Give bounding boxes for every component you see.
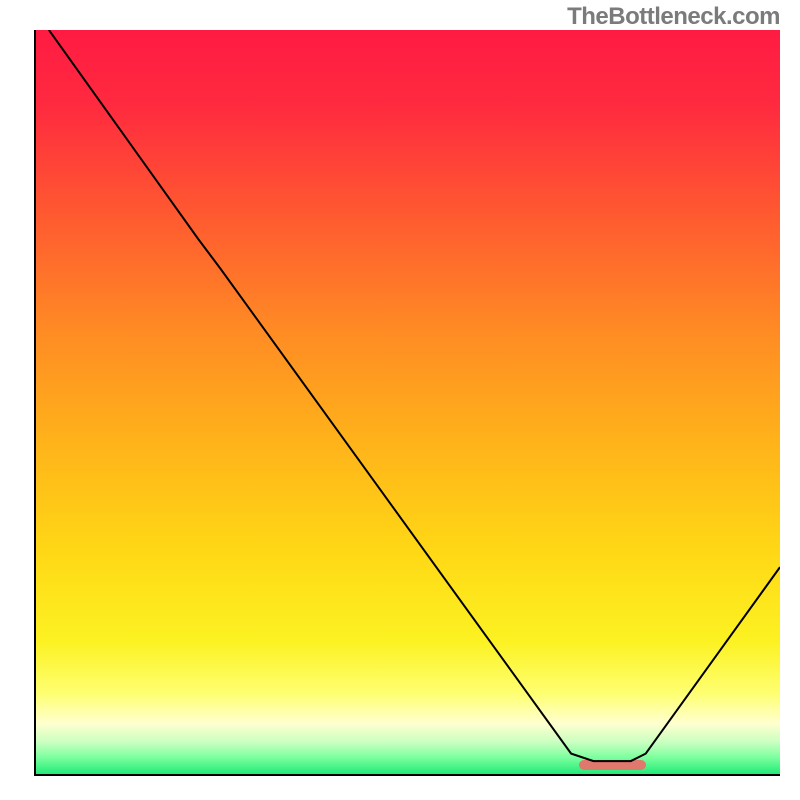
plot-area <box>34 30 780 776</box>
chart-container: TheBottleneck.com <box>0 0 800 800</box>
watermark-text: TheBottleneck.com <box>567 3 780 31</box>
bottleneck-curve <box>34 30 780 776</box>
